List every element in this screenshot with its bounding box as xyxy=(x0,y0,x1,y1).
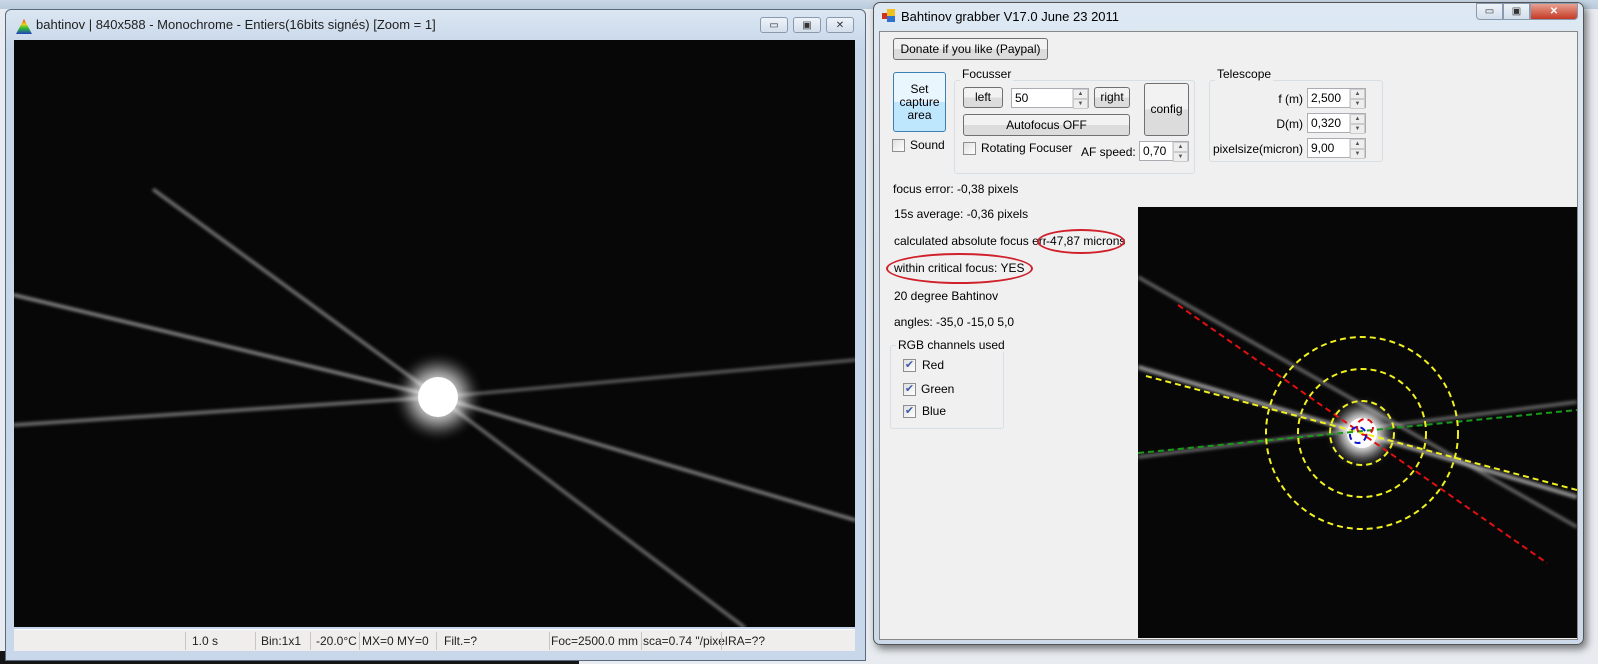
autofocus-button[interactable]: Autofocus OFF xyxy=(963,114,1130,136)
angles-text: angles: -35,0 -15,0 5,0 xyxy=(894,315,1015,329)
status-bar: 1.0 s Bin:1x1 -20.0°C MX=0 MY=0 Filt.=? … xyxy=(14,629,855,651)
af-speed-input[interactable]: 0,70 ▲ ▼ xyxy=(1139,141,1189,162)
minimize-button[interactable]: ▭ xyxy=(760,17,788,33)
green-channel-label: Green xyxy=(921,382,955,396)
focus-right-button[interactable]: right xyxy=(1094,87,1130,108)
yellow-fit-line xyxy=(1145,375,1577,491)
diameter-label: D(m) xyxy=(1276,117,1303,131)
donate-button[interactable]: Donate if you like (Paypal) xyxy=(893,38,1048,60)
status-binning: Bin:1x1 xyxy=(261,634,302,648)
app-icon xyxy=(882,9,896,23)
pixelsize-input[interactable]: 9,00 ▲ ▼ xyxy=(1307,138,1366,159)
af-speed-spinner[interactable]: ▲ ▼ xyxy=(1172,142,1188,162)
minimize-button[interactable]: ▭ xyxy=(1476,3,1503,20)
focal-length-input[interactable]: 2,500 ▲ ▼ xyxy=(1307,88,1366,109)
telescope-group-title: Telescope xyxy=(1215,67,1274,81)
red-channel-checkbox[interactable]: ✔ xyxy=(903,359,916,372)
bahtinov-type-text: 20 degree Bahtinov xyxy=(894,289,999,303)
status-filter: Filt.=? xyxy=(444,634,478,648)
blue-channel-checkbox[interactable]: ✔ xyxy=(903,405,916,418)
focusser-group-title: Focusser xyxy=(960,67,1014,81)
focus-left-button[interactable]: left xyxy=(963,87,1003,108)
highlight-ellipse xyxy=(886,253,1033,284)
focus-step-spinner[interactable]: ▲ ▼ xyxy=(1072,89,1088,109)
red-channel-label: Red xyxy=(922,358,945,372)
average-text: 15s average: -0,36 pixels xyxy=(894,207,1029,221)
maximize-button[interactable]: ▣ xyxy=(1503,3,1530,20)
maximize-button[interactable]: ▣ xyxy=(793,17,821,33)
diameter-input[interactable]: 0,320 ▲ ▼ xyxy=(1307,113,1366,134)
star-image[interactable] xyxy=(14,40,855,627)
close-button[interactable]: ✕ xyxy=(1530,3,1578,20)
status-mouse: MX=0 MY=0 xyxy=(362,634,429,648)
green-channel-checkbox[interactable]: ✔ xyxy=(903,383,916,396)
focus-error-text: focus error: -0,38 pixels xyxy=(893,182,1019,196)
star-image-canvas xyxy=(14,188,855,627)
rotating-focuser-label: Rotating Focuser xyxy=(981,141,1073,155)
focal-length-value: 2,500 xyxy=(1311,91,1342,105)
close-button[interactable]: ✕ xyxy=(826,17,854,33)
focal-length-spinner[interactable]: ▲ ▼ xyxy=(1349,89,1365,109)
status-focal: Foc=2500.0 mm xyxy=(551,634,639,648)
app-triangle-icon xyxy=(16,19,32,34)
focus-step-input[interactable]: 50 ▲ ▼ xyxy=(1011,88,1089,109)
pixelsize-label: pixelsize(micron) xyxy=(1212,142,1303,156)
focal-length-label: f (m) xyxy=(1278,92,1303,106)
highlight-ellipse xyxy=(1037,229,1125,254)
sound-label: Sound xyxy=(910,138,945,152)
config-button[interactable]: config xyxy=(1144,83,1189,136)
rgb-group-title: RGB channels used xyxy=(896,338,1007,352)
focus-step-value: 50 xyxy=(1015,91,1029,105)
status-ra: RA=?? xyxy=(728,634,766,648)
sound-checkbox[interactable] xyxy=(892,139,905,152)
absolute-focus-error-label: calculated absolute focus error: xyxy=(894,234,1061,248)
pixelsize-spinner[interactable]: ▲ ▼ xyxy=(1349,139,1365,159)
grabber-title: Bahtinov grabber V17.0 June 23 2011 xyxy=(901,9,1120,24)
viewer-title: bahtinov | 840x588 - Monochrome - Entier… xyxy=(36,17,436,32)
rotating-focuser-checkbox[interactable] xyxy=(963,142,976,155)
pixelsize-value: 9,00 xyxy=(1311,141,1335,155)
status-exposure: 1.0 s xyxy=(192,634,219,648)
blue-channel-label: Blue xyxy=(922,404,947,418)
star-core xyxy=(418,377,458,417)
set-capture-area-button[interactable]: Set capture area xyxy=(893,72,946,132)
status-scale: sca=0.74 "/pixel xyxy=(643,634,728,648)
analysis-overlay xyxy=(1138,275,1577,564)
af-speed-value: 0,70 xyxy=(1143,144,1167,158)
analysis-image xyxy=(1138,207,1577,638)
diameter-spinner[interactable]: ▲ ▼ xyxy=(1349,114,1365,134)
af-speed-label: AF speed: xyxy=(1081,145,1136,159)
status-temperature: -20.0°C xyxy=(316,634,357,648)
diameter-value: 0,320 xyxy=(1311,116,1342,130)
